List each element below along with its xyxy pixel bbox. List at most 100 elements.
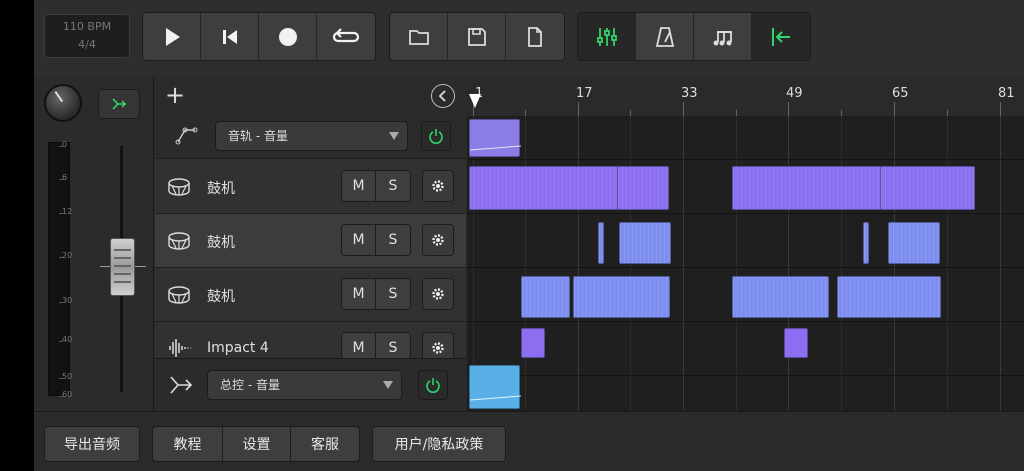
time-signature: 4/4 [78, 38, 96, 51]
playhead-marker[interactable] [469, 94, 481, 108]
mute-button[interactable]: M [342, 279, 376, 309]
play-icon [165, 27, 180, 46]
gear-icon [432, 180, 444, 192]
power-icon [426, 378, 440, 393]
output-routing-button[interactable] [98, 89, 140, 119]
snap-to-start-toggle[interactable] [752, 13, 810, 60]
open-folder-button[interactable] [390, 13, 448, 60]
ruler-label: 81 [998, 86, 1015, 101]
audio-clip[interactable] [521, 328, 545, 358]
track-settings-button[interactable] [422, 170, 454, 202]
note-editor-toggle[interactable] [694, 13, 752, 60]
track-lane[interactable] [467, 214, 1024, 268]
support-button[interactable]: 客服 [291, 427, 359, 461]
add-track-button[interactable]: + [165, 83, 185, 107]
settings-button[interactable]: 设置 [223, 427, 291, 461]
mute-button[interactable]: M [342, 171, 376, 201]
bottom-bar: 导出音频 教程 设置 客服 用户/隐私政策 [34, 411, 1024, 471]
master-lane[interactable] [467, 358, 1024, 411]
tempo-display[interactable]: 110 BPM 4/4 [44, 14, 130, 58]
privacy-policy-button[interactable]: 用户/隐私政策 [373, 427, 505, 461]
automation-power-button[interactable] [421, 121, 451, 151]
top-toolbar: 110 BPM 4/4 [34, 0, 1024, 76]
automation-envelope [469, 395, 522, 401]
ruler-tick [788, 102, 789, 116]
save-icon [467, 27, 486, 46]
bar-ruler[interactable]: 1 17 33 49 65 81 [467, 76, 1024, 116]
meter-scale-label: 12 [62, 207, 73, 216]
track-row[interactable]: 鼓机 M S [155, 268, 466, 322]
play-button[interactable] [143, 13, 201, 60]
meter-scale-label: 6 [62, 173, 68, 182]
output-arrow-icon [112, 98, 127, 110]
ruler-label: 17 [576, 86, 593, 101]
mute-solo-group: M S [341, 224, 411, 256]
ruler-label: 65 [892, 86, 909, 101]
solo-button[interactable]: S [376, 225, 410, 255]
pattern-clip[interactable] [880, 166, 975, 210]
new-file-icon [528, 26, 542, 47]
metronome-toggle[interactable] [636, 13, 694, 60]
transport-controls [142, 12, 376, 61]
automation-envelope [469, 145, 522, 151]
master-automation-clip[interactable] [469, 365, 522, 409]
loop-button[interactable] [317, 13, 375, 60]
daw-app: 110 BPM 4/4 0 6 12 20 30 40 50 60 + 音轨 -… [34, 0, 1024, 471]
drum-icon [168, 232, 190, 250]
mixer-toggle[interactable] [578, 13, 636, 60]
track-settings-button[interactable] [422, 278, 454, 310]
new-file-button[interactable] [506, 13, 564, 60]
automation-param-value: 音轨 - 音量 [228, 129, 288, 143]
save-button[interactable] [448, 13, 506, 60]
track-name: Impact 4 [207, 340, 269, 356]
automation-clip[interactable] [469, 119, 522, 157]
mute-button[interactable]: M [342, 225, 376, 255]
master-output-icon [170, 376, 193, 394]
chevron-left-icon [438, 90, 446, 102]
policy-group: 用户/隐私政策 [372, 426, 506, 462]
pattern-clip[interactable] [573, 276, 670, 318]
tutorial-button[interactable]: 教程 [153, 427, 223, 461]
meter-scale-label: 40 [62, 335, 73, 344]
help-group: 教程 设置 客服 [152, 426, 360, 462]
master-power-button[interactable] [418, 370, 448, 400]
pattern-clip[interactable] [888, 222, 940, 264]
pattern-clip[interactable] [837, 276, 941, 318]
collapse-panel-button[interactable] [431, 84, 455, 108]
automation-param-dropdown[interactable]: 音轨 - 音量 [215, 121, 408, 151]
meter-scale-label: 50 [62, 372, 73, 381]
meter-scale-label: 30 [62, 296, 73, 305]
pattern-clip[interactable] [863, 222, 869, 264]
master-mixer-strip: 0 6 12 20 30 40 50 60 [34, 76, 154, 411]
pattern-clip[interactable] [732, 166, 882, 210]
mute-solo-group: M S [341, 278, 411, 310]
export-audio-button[interactable]: 导出音频 [45, 427, 139, 461]
master-param-dropdown[interactable]: 总控 - 音量 [207, 370, 402, 400]
track-row[interactable]: 鼓机 M S [155, 160, 466, 214]
solo-button[interactable]: S [376, 171, 410, 201]
pattern-clip[interactable] [732, 276, 829, 318]
master-param-value: 总控 - 音量 [220, 378, 280, 392]
audio-clip[interactable] [784, 328, 808, 358]
arrangement-timeline[interactable]: 1 17 33 49 65 81 [467, 76, 1024, 411]
automation-lane[interactable] [467, 116, 1024, 160]
track-settings-button[interactable] [422, 224, 454, 256]
solo-button[interactable]: S [376, 279, 410, 309]
pattern-clip[interactable] [619, 222, 671, 264]
record-button[interactable] [259, 13, 317, 60]
meter-scale-label: 20 [62, 251, 73, 260]
chevron-down-icon [383, 381, 393, 389]
volume-fader-handle[interactable] [110, 238, 135, 296]
pattern-clip[interactable] [617, 166, 669, 210]
skip-to-start-button[interactable] [201, 13, 259, 60]
pattern-clip[interactable] [469, 166, 619, 210]
ruler-label: 49 [786, 86, 803, 101]
pan-knob[interactable] [44, 84, 82, 122]
file-controls [389, 12, 565, 61]
snap-to-start-icon [772, 27, 790, 46]
pattern-clip[interactable] [598, 222, 604, 264]
track-row[interactable]: 鼓机 M S [155, 214, 466, 268]
pattern-clip[interactable] [521, 276, 570, 318]
gear-icon [432, 234, 444, 246]
ruler-tick [894, 102, 895, 116]
